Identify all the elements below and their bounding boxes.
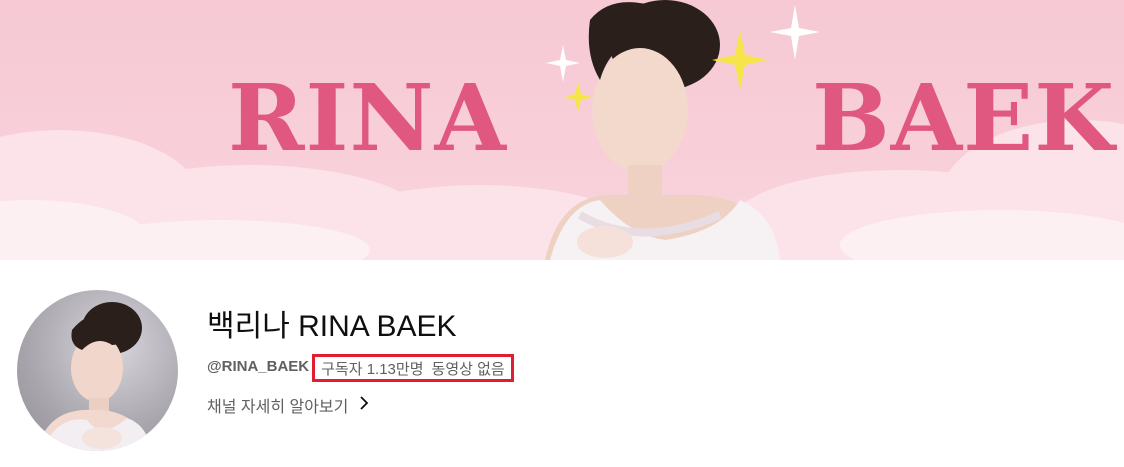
channel-avatar[interactable] — [17, 290, 178, 451]
channel-handle: @RINA_BAEK — [207, 357, 310, 375]
channel-name: 백리나 RINA BAEK — [207, 310, 457, 343]
channel-banner: RINA BAEK — [0, 0, 1124, 260]
video-count: 동영상 없음 — [431, 360, 505, 378]
avatar-portrait-image — [37, 302, 152, 451]
banner-title-right: BAEK — [812, 64, 1116, 172]
more-about-channel-link[interactable]: 채널 자세히 알아보기 — [207, 393, 370, 417]
highlight-box: 구독자 1.13만명 동영상 없음 — [312, 354, 514, 382]
more-about-channel-label: 채널 자세히 알아보기 — [207, 399, 349, 416]
chevron-right-icon — [358, 395, 370, 416]
subscriber-count: 구독자 1.13만명 — [321, 360, 424, 378]
channel-meta: @RINA_BAEK 구독자 1.13만명 동영상 없음 — [207, 354, 514, 382]
banner-title-left: RINA — [228, 64, 507, 172]
banner-portrait-image — [545, 0, 780, 260]
